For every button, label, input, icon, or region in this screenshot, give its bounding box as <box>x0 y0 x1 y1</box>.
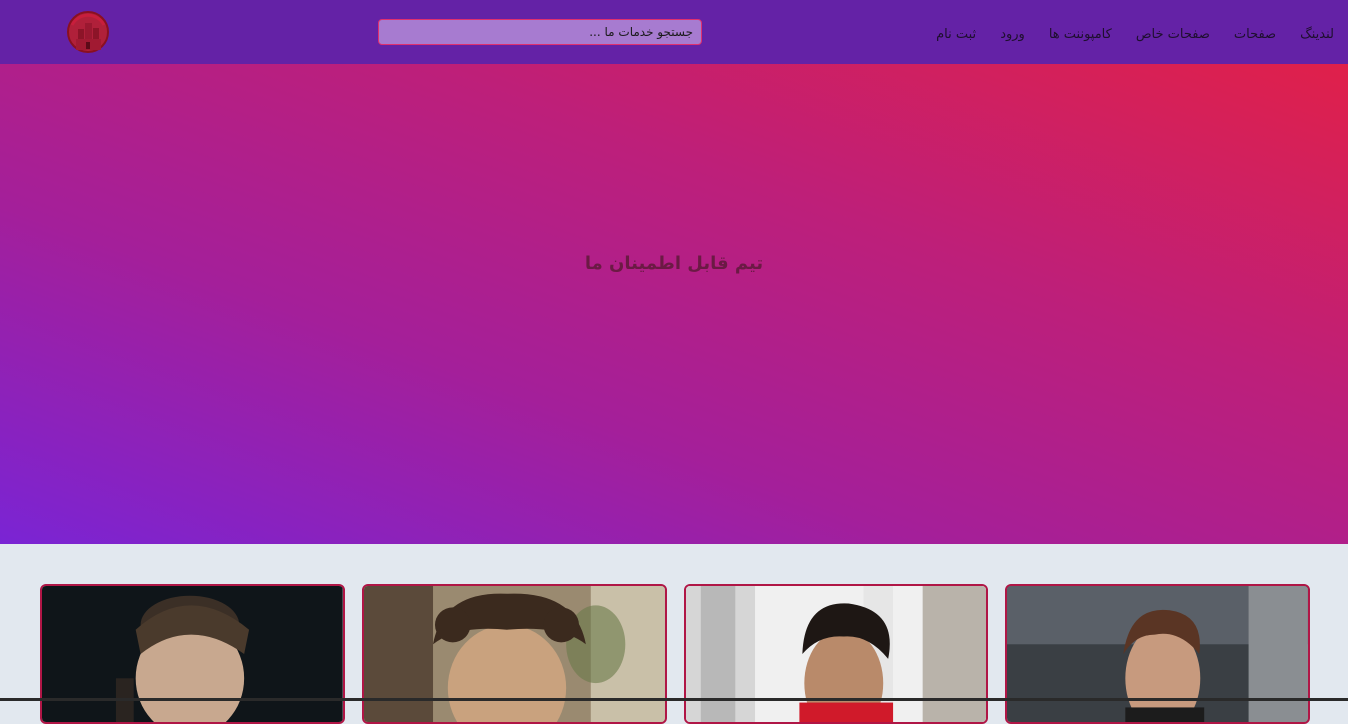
team-card-photo[interactable] <box>1005 584 1310 724</box>
team-cards <box>40 584 1310 724</box>
team-card-photo[interactable] <box>361 584 667 724</box>
nav-item-login[interactable]: ورود <box>1000 27 1025 42</box>
team-card-photo[interactable] <box>683 584 989 724</box>
nav-item-components[interactable]: کامپوننت ها <box>1049 27 1112 42</box>
hero-title: تیم قابل اطمینان ما <box>584 253 764 274</box>
nav-menu: لندینگ صفحات صفحات خاص کامپوننت ها ورود … <box>936 0 1334 64</box>
nav-item-special-pages[interactable]: صفحات خاص <box>1136 27 1210 42</box>
team-card-photo[interactable] <box>40 584 345 724</box>
navbar: لندینگ صفحات صفحات خاص کامپوننت ها ورود … <box>0 0 1348 64</box>
hero-banner: تیم قابل اطمینان ما <box>0 64 1348 544</box>
search-input[interactable] <box>378 19 702 45</box>
nav-item-landing[interactable]: لندینگ <box>1300 27 1334 42</box>
nav-item-register[interactable]: ثبت نام <box>936 27 976 42</box>
nav-item-pages[interactable]: صفحات <box>1234 27 1276 42</box>
castle-logo-icon[interactable] <box>66 9 110 55</box>
